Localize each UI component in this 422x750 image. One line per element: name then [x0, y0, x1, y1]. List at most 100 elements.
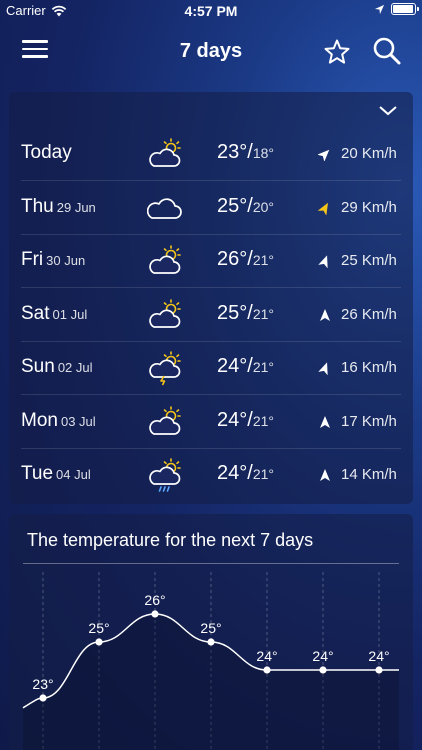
wind-speed: 26 Km/h: [341, 305, 397, 323]
forecast-row[interactable]: Today 23°/18° 20 Km/h: [21, 128, 401, 181]
wind-speed: 20 Km/h: [341, 145, 397, 162]
forecast-row[interactable]: Fri 30 Jun 26°/21° 25 Km/h: [21, 235, 401, 288]
day-date: 01 Jul: [52, 306, 88, 322]
day-name: Sun: [21, 356, 55, 377]
temp-low: 21°: [252, 252, 274, 268]
forecast-row[interactable]: Sun 02 Jul 24°/21° 16 Km/h: [21, 342, 401, 395]
rain-sun-icon: [149, 458, 181, 492]
day-name: Mon: [21, 409, 58, 431]
forecast-row[interactable]: Thu 29 Jun 25°/20° 29 Km/h: [21, 182, 401, 235]
wind-direction-icon: [318, 255, 328, 268]
forecast-row[interactable]: Mon 03 Jul 24°/21° 17 Km/h: [21, 396, 401, 449]
wind-direction-icon: [318, 362, 328, 375]
thunderstorm-sun-icon: [149, 351, 181, 386]
temp-separator: /: [247, 355, 253, 377]
location-arrow-icon: [374, 4, 385, 14]
temp-separator: /: [247, 141, 253, 163]
temp-high: 23°: [217, 141, 248, 163]
temperature-range: 24°/21°: [217, 409, 274, 432]
chart-point: [319, 666, 327, 674]
page-title: 7 days: [179, 40, 243, 62]
chart-point: [151, 610, 159, 618]
forecast-card: Today 23°/18° 20 Km/h Thu 29 Jun 25°/20° 29 Km…: [9, 92, 413, 504]
day-date: 02 Jul: [57, 360, 93, 375]
wind-direction-icon: [320, 415, 330, 428]
temperature-range: 23°/18°: [217, 141, 274, 164]
day-name: Tue: [21, 463, 54, 484]
day-name-wrap: Thu 29 Jun: [21, 196, 96, 218]
wind-direction-icon: [318, 202, 328, 215]
day-name-wrap: Fri 30 Jun: [21, 249, 85, 271]
chart-point-label: 25°: [88, 620, 109, 636]
chart-point-label: 24°: [256, 648, 277, 664]
day-name: Today: [21, 142, 72, 163]
temperature-range: 26°/21°: [217, 248, 274, 271]
temp-high: 24°: [217, 355, 248, 377]
temp-low: 21°: [252, 305, 274, 322]
temp-separator: /: [247, 408, 253, 431]
temp-separator: /: [247, 462, 253, 484]
chart-point-label: 24°: [368, 648, 389, 664]
wind-speed: 16 Km/h: [341, 359, 397, 376]
wind-direction-icon: [318, 149, 330, 161]
temp-high: 25°: [217, 194, 248, 217]
wind-speed: 25 Km/h: [341, 252, 397, 269]
temperature-range: 24°/21°: [217, 355, 274, 378]
temp-high: 24°: [217, 462, 248, 484]
partly-sunny-icon: [149, 405, 181, 435]
wind-direction-icon: [320, 469, 330, 481]
battery-icon: [391, 3, 419, 15]
chart-point-label: 24°: [312, 648, 333, 664]
temp-low: 21°: [252, 412, 274, 429]
day-name: Sat: [21, 302, 50, 324]
day-name: Fri: [21, 249, 44, 270]
search-icon[interactable]: [372, 36, 402, 66]
temperature-chart: 23° 25° 26° 25° 24° 24° 24°: [22, 572, 399, 750]
day-date: 03 Jul: [60, 413, 96, 429]
temperature-range: 24°/21°: [217, 462, 274, 485]
chart-point: [39, 694, 47, 702]
star-outline-icon[interactable]: [323, 38, 351, 66]
chart-point: [375, 666, 383, 674]
cloud-icon: [147, 197, 182, 219]
day-name-wrap: Mon 03 Jul: [21, 410, 96, 432]
partly-sunny-icon: [149, 138, 181, 167]
forecast-row[interactable]: Sat 01 Jul 25°/21° 26 Km/h: [21, 289, 401, 342]
status-bar: Carrier 4:57 PM: [0, 0, 422, 22]
battery-level: [393, 5, 413, 13]
day-date: 04 Jul: [56, 467, 91, 482]
temp-low: 20°: [252, 198, 274, 215]
temp-separator: /: [247, 248, 253, 270]
wind-speed: 29 Km/h: [341, 198, 397, 216]
temperature-range: 25°/21°: [217, 302, 274, 325]
temp-low: 18°: [252, 145, 274, 161]
temp-separator: /: [247, 301, 253, 324]
partly-sunny-icon: [149, 298, 181, 328]
day-date: 30 Jun: [46, 253, 86, 268]
day-name-wrap: Today: [21, 142, 72, 164]
day-date: 29 Jun: [56, 199, 96, 215]
forecast-row[interactable]: Tue 04 Jul 24°/21° 14 Km/h: [21, 449, 401, 502]
temp-separator: /: [247, 194, 253, 217]
day-name-wrap: Tue 04 Jul: [21, 463, 91, 485]
chart-point: [207, 638, 215, 646]
temp-high: 25°: [217, 301, 248, 324]
partly-sunny-icon: [149, 245, 181, 274]
chart-point-label: 25°: [200, 620, 221, 636]
day-name: Thu: [21, 195, 54, 217]
day-name-wrap: Sun 02 Jul: [21, 356, 93, 378]
wind-speed: 14 Km/h: [341, 466, 397, 483]
day-name-wrap: Sat 01 Jul: [21, 303, 87, 325]
temp-low: 21°: [252, 359, 274, 375]
nav-bar: 7 days: [0, 28, 422, 76]
temp-low: 21°: [252, 466, 274, 482]
chart-card: The temperature for the next 7 days 23° 2…: [9, 514, 413, 750]
chart-point-label: 23°: [32, 676, 53, 692]
temp-high: 24°: [217, 408, 248, 431]
chevron-down-icon[interactable]: [377, 102, 399, 118]
wind-speed: 17 Km/h: [341, 412, 397, 430]
status-right: [374, 3, 419, 15]
status-time: 4:57 PM: [184, 3, 238, 19]
chart-point: [263, 666, 271, 674]
temperature-range: 25°/20°: [217, 195, 274, 218]
